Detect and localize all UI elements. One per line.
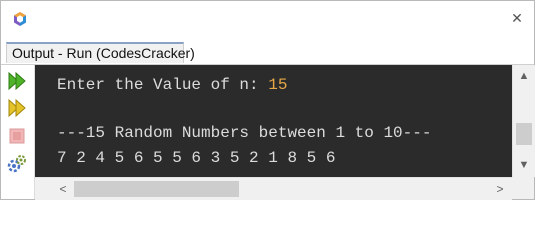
scroll-up-icon[interactable]: ▲ [518,70,530,82]
prompt-text: Enter the Value of n: [57,76,269,94]
scroll-right-icon[interactable]: > [494,182,506,196]
scroll-down-icon[interactable]: ▼ [518,159,530,171]
vertical-scrollbar[interactable]: ▲ ▼ [512,65,535,177]
console-numbers-line: 7 2 4 5 6 5 5 6 3 5 2 1 8 5 6 [57,149,336,167]
close-icon[interactable]: ✕ [508,9,526,27]
app-logo-icon [12,11,28,27]
rerun-with-options-icon[interactable] [6,97,28,119]
prompt-input-value: 15 [268,76,288,94]
scroll-left-icon[interactable]: < [57,182,69,196]
output-window: ✕ Output - Run (CodesCracker) Enter the … [0,0,535,200]
output-toolbar [1,65,35,199]
rerun-icon[interactable] [6,70,28,92]
console-prompt-line: Enter the Value of n: 15 [57,75,287,95]
settings-icon[interactable] [6,153,28,175]
console-output[interactable]: Enter the Value of n: 15 ---15 Random Nu… [35,65,512,177]
scrollbar-corner [512,177,534,199]
console-heading-line: ---15 Random Numbers between 1 to 10--- [57,124,432,142]
vertical-scroll-thumb[interactable] [516,123,532,145]
horizontal-scroll-thumb[interactable] [74,181,239,197]
tab-row: Output - Run (CodesCracker) [1,38,534,64]
tab-output-run[interactable]: Output - Run (CodesCracker) [6,42,195,63]
stop-icon[interactable] [6,125,28,147]
horizontal-scrollbar[interactable]: < > [35,177,512,200]
title-bar: ✕ [1,1,534,36]
